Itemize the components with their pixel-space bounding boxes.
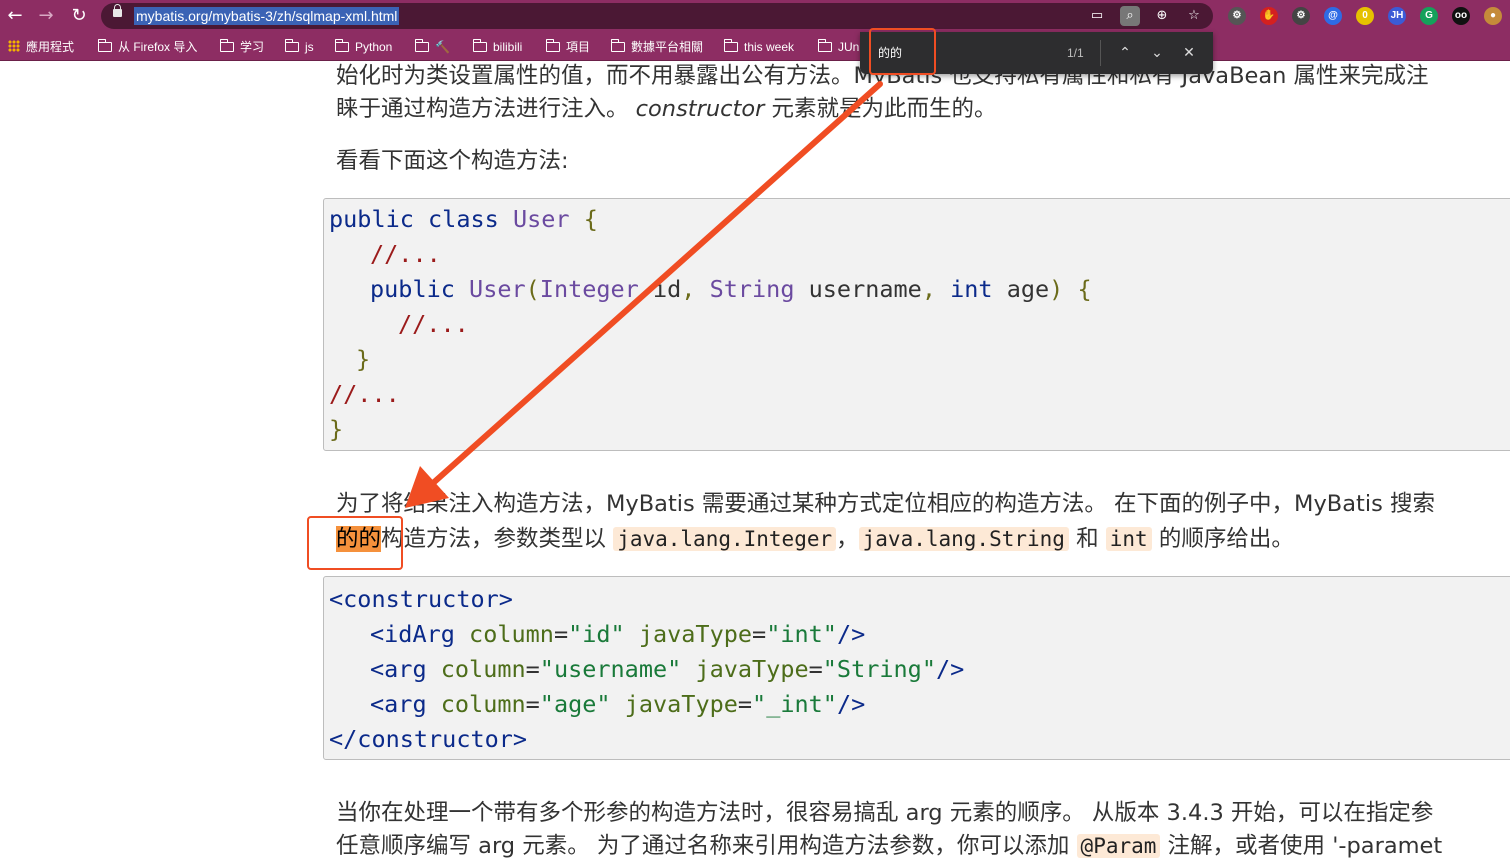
arrow-shaft	[429, 81, 883, 487]
annotation-arrow	[405, 81, 883, 508]
